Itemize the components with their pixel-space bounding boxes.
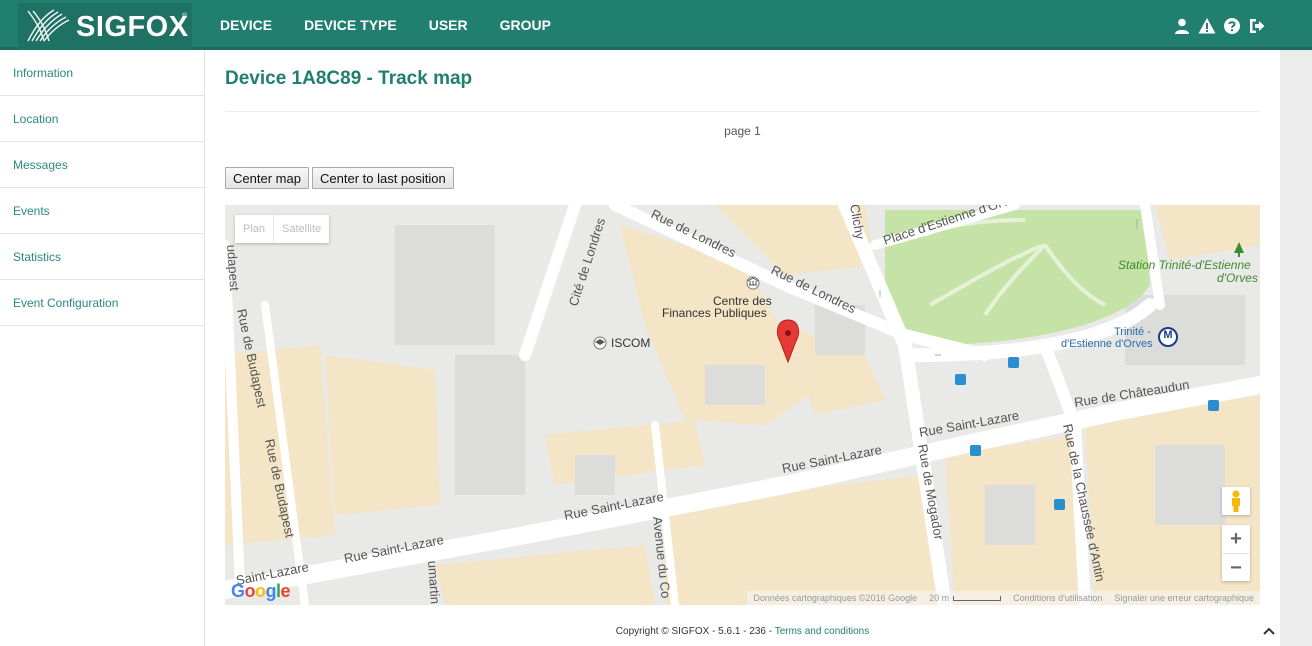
sigfox-logo[interactable]: SIGFOX ® [18,3,192,50]
zoom-out-button[interactable]: − [1222,553,1250,581]
track-map[interactable]: Rue de Londres Rue de Londres Rue Saint-… [225,205,1260,605]
page-footer: Copyright © SIGFOX - 5.6.1 - 236 - Terms… [205,626,1280,637]
sidebar: Information Location Messages Events Sta… [0,50,205,646]
nav-device[interactable]: DEVICE [204,0,289,53]
street-view-pegman[interactable] [1222,487,1250,515]
page-title: Device 1A8C89 - Track map [225,68,473,89]
nav-user[interactable]: USER [413,0,484,50]
map-type-plan[interactable]: Plan [235,215,273,243]
bank-icon [746,276,760,290]
page-indicator: page 1 [724,124,761,138]
center-map-button[interactable]: Center map [225,167,309,189]
sigfox-logo-mark-icon [27,9,70,42]
top-navigation-bar: SIGFOX ® DEVICE DEVICE TYPE USER GROUP [0,0,1312,53]
map-attribution-bar: Données cartographiques ©2016 Google 20 … [747,591,1260,605]
zoom-control: + − [1222,525,1250,581]
alert-icon[interactable] [1198,17,1216,35]
nav-group[interactable]: GROUP [484,0,567,50]
google-logo[interactable]: Google [231,581,291,602]
map-type-satellite[interactable]: Satellite [273,215,329,243]
metro-badge: M [1163,329,1173,341]
sidebar-item-events[interactable]: Events [0,188,204,234]
sidebar-item-event-configuration[interactable]: Event Configuration [0,280,204,326]
zoom-in-button[interactable]: + [1222,525,1250,553]
center-last-position-button[interactable]: Center to last position [312,167,454,189]
map-type-control: Plan Satellite [235,215,330,243]
terms-link[interactable]: Terms and conditions [775,626,870,637]
map-pois [593,219,1244,510]
pegman-icon [1232,490,1240,512]
location-marker-icon [776,319,800,364]
sidebar-item-location[interactable]: Location [0,96,204,142]
logout-icon[interactable] [1248,17,1266,35]
scrollbar-track[interactable] [1280,50,1312,646]
tree-icon [1234,242,1244,257]
footer-copyright: Copyright © SIGFOX - 5.6.1 - 236 - [615,626,775,637]
bus-stop-icon [955,357,1219,510]
user-icon[interactable] [1173,17,1191,35]
sidebar-item-statistics[interactable]: Statistics [0,234,204,280]
map-attribution: Données cartographiques ©2016 Google [753,593,918,603]
map-scale-bar [953,595,1002,601]
brand-tm: ® [182,13,188,20]
nav-device-type[interactable]: DEVICE TYPE [288,0,413,50]
brand-name: SIGFOX [76,11,189,43]
top-icons [1173,17,1266,35]
title-divider [225,111,1260,112]
map-scale[interactable]: 20 m [929,593,1002,603]
sidebar-item-information[interactable]: Information [0,50,204,96]
main-nav: DEVICE DEVICE TYPE USER GROUP [204,0,567,53]
map-terms-link[interactable]: Conditions d'utilisation [1013,593,1102,603]
sidebar-item-messages[interactable]: Messages [0,142,204,188]
map-report-link[interactable]: Signaler une erreur cartographique [1114,593,1254,603]
map-scale-label: 20 m [929,593,950,603]
main-content: Device 1A8C89 - Track map page 1 Center … [205,50,1280,646]
help-icon[interactable] [1223,17,1241,35]
school-icon [593,336,607,350]
scroll-to-top-icon[interactable] [1262,624,1276,638]
